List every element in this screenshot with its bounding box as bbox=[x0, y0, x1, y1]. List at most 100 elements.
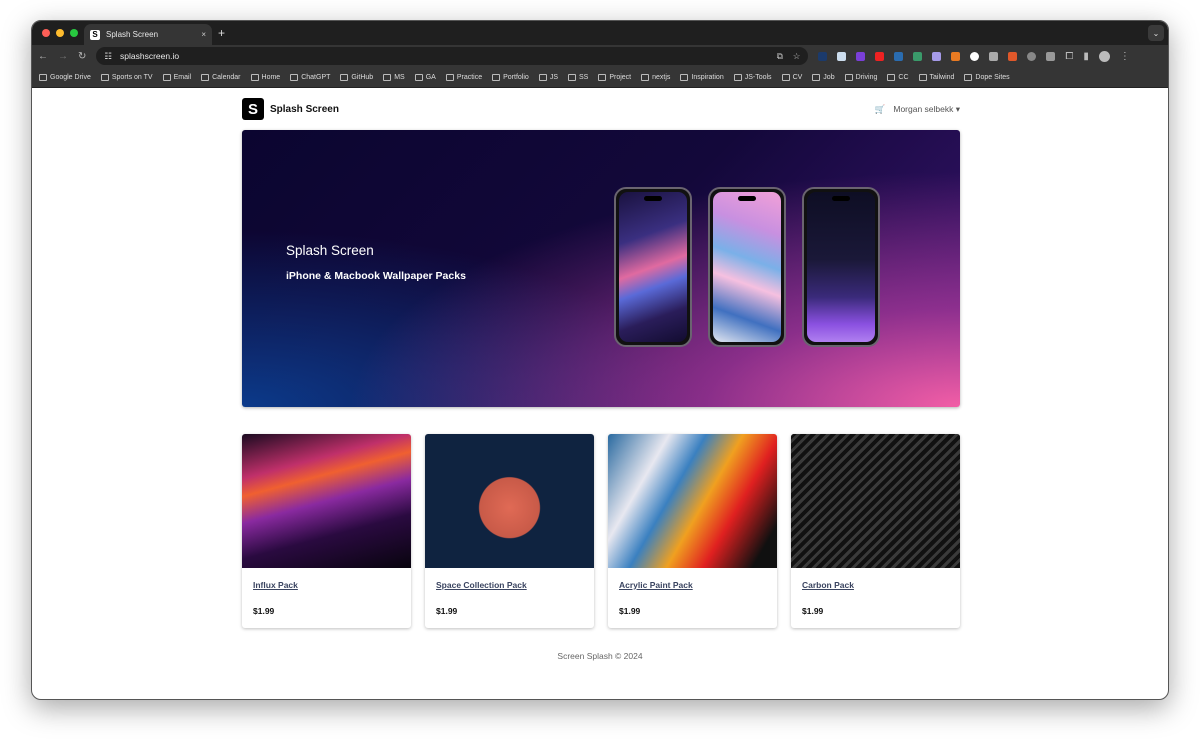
back-icon[interactable]: ← bbox=[38, 51, 48, 62]
bookmark-item[interactable]: Email bbox=[162, 73, 191, 81]
extension-icon[interactable] bbox=[1046, 51, 1056, 61]
folder-icon bbox=[887, 73, 896, 81]
product-price: $1.99 bbox=[619, 606, 641, 616]
site-favicon-icon bbox=[201, 73, 210, 81]
extension-icon[interactable] bbox=[913, 51, 923, 61]
product-link[interactable]: Carbon Pack bbox=[802, 580, 960, 590]
bookmark-item[interactable]: MS bbox=[383, 73, 405, 81]
tab-close-button[interactable]: × bbox=[201, 30, 206, 39]
bookmark-item[interactable]: Tailwind bbox=[918, 73, 954, 81]
product-price: $1.99 bbox=[802, 606, 824, 616]
bookmark-item[interactable]: JS bbox=[538, 73, 558, 81]
product-card[interactable]: Acrylic Paint Pack $1.99 bbox=[608, 434, 777, 628]
bookmark-item[interactable]: Calendar bbox=[201, 73, 241, 81]
maximize-window-button[interactable] bbox=[70, 29, 78, 37]
site-info-icon[interactable]: ☷ bbox=[104, 51, 112, 62]
product-link[interactable]: Acrylic Paint Pack bbox=[619, 580, 777, 590]
bookmark-label: GitHub bbox=[351, 73, 374, 81]
product-card[interactable]: Space Collection Pack $1.99 bbox=[425, 434, 594, 628]
bookmark-item[interactable]: ChatGPT bbox=[290, 73, 330, 81]
bookmark-item[interactable]: Driving bbox=[844, 73, 877, 81]
bookmark-item[interactable]: Job bbox=[812, 73, 835, 81]
bookmark-label: Portfolio bbox=[503, 73, 529, 81]
bookmark-item[interactable]: Home bbox=[250, 73, 281, 81]
site-logo[interactable]: S bbox=[242, 98, 264, 120]
extension-icon[interactable] bbox=[894, 51, 904, 61]
page-content: S Splash Screen 🛒 Morgan selbekk ▾ Splas… bbox=[32, 88, 1168, 699]
bookmark-item[interactable]: CC bbox=[887, 73, 909, 81]
extension-icon[interactable] bbox=[989, 51, 999, 61]
bookmark-label: JS-Tools bbox=[744, 73, 772, 81]
folder-icon bbox=[445, 73, 454, 81]
bookmark-label: Project bbox=[609, 73, 632, 81]
bookmark-label: Job bbox=[823, 73, 835, 81]
folder-icon bbox=[918, 73, 927, 81]
product-image[interactable] bbox=[425, 434, 594, 568]
phone-mockup bbox=[614, 187, 692, 347]
bookmark-item[interactable]: CV bbox=[781, 73, 802, 81]
product-link[interactable]: Influx Pack bbox=[253, 580, 411, 590]
bookmark-item[interactable]: Google Drive bbox=[39, 73, 91, 81]
url-text[interactable]: splashscreen.io bbox=[120, 51, 179, 61]
extensions-area: ⧠ ▮ ⋮ bbox=[818, 50, 1130, 62]
profile-avatar[interactable] bbox=[1098, 50, 1110, 62]
folder-icon bbox=[538, 73, 547, 81]
folder-icon bbox=[964, 73, 973, 81]
bookmark-item[interactable]: Portfolio bbox=[492, 73, 529, 81]
bookmark-item[interactable]: GitHub bbox=[340, 73, 374, 81]
extension-icon[interactable] bbox=[932, 51, 942, 61]
product-link[interactable]: Space Collection Pack bbox=[436, 580, 594, 590]
extension-icon[interactable] bbox=[856, 51, 866, 61]
bookmark-star-icon[interactable]: ☆ bbox=[793, 51, 801, 62]
tab-search-button[interactable]: ⌄ bbox=[1148, 25, 1164, 41]
bookmark-item[interactable]: Sports on TV bbox=[100, 73, 153, 81]
phone-mockup bbox=[708, 187, 786, 347]
bookmark-item[interactable]: GA bbox=[414, 73, 436, 81]
extension-icon[interactable] bbox=[837, 51, 847, 61]
extension-icon[interactable] bbox=[1008, 51, 1018, 61]
bookmark-item[interactable]: Dope Sites bbox=[964, 73, 1010, 81]
bookmark-label: SS bbox=[578, 73, 589, 81]
folder-icon bbox=[383, 73, 392, 81]
phone-mockup bbox=[802, 187, 880, 347]
address-bar[interactable]: ☷ splashscreen.io ⧉ ☆ bbox=[96, 47, 809, 65]
bookmark-item[interactable]: SS bbox=[567, 73, 589, 81]
bookmark-item[interactable]: Project bbox=[598, 73, 632, 81]
extensions-puzzle-icon[interactable]: ⧠ bbox=[1065, 51, 1073, 62]
bookmark-item[interactable]: nextjs bbox=[641, 73, 670, 81]
extension-icon[interactable] bbox=[1027, 51, 1037, 61]
favicon-icon: S bbox=[90, 29, 100, 40]
extension-icon[interactable] bbox=[875, 51, 885, 61]
product-image[interactable] bbox=[791, 434, 960, 568]
cart-icon[interactable]: 🛒 bbox=[875, 104, 886, 115]
bookmark-item[interactable]: Inspiration bbox=[680, 73, 724, 81]
forward-icon[interactable]: → bbox=[58, 51, 68, 62]
user-menu-dropdown[interactable]: Morgan selbekk ▾ bbox=[893, 104, 960, 115]
bookmark-item[interactable]: Practice bbox=[445, 73, 482, 81]
tab-title: Splash Screen bbox=[106, 30, 159, 39]
product-card[interactable]: Influx Pack $1.99 bbox=[242, 434, 411, 628]
extension-icon[interactable] bbox=[818, 51, 828, 61]
extension-icon[interactable] bbox=[970, 51, 980, 61]
product-price: $1.99 bbox=[253, 606, 275, 616]
bookmark-item[interactable]: JS-Tools bbox=[733, 73, 772, 81]
bookmark-label: Home bbox=[261, 73, 281, 81]
product-price: $1.99 bbox=[436, 606, 458, 616]
folder-icon bbox=[567, 73, 576, 81]
hero-subtitle: iPhone & Macbook Wallpaper Packs bbox=[286, 270, 466, 282]
side-panel-icon[interactable]: ▮ bbox=[1083, 51, 1089, 62]
site-favicon-icon bbox=[100, 73, 109, 81]
menu-kebab-icon[interactable]: ⋮ bbox=[1120, 51, 1130, 62]
new-tab-button[interactable]: + bbox=[218, 26, 225, 40]
install-icon[interactable]: ⧉ bbox=[777, 51, 783, 62]
brand-name[interactable]: Splash Screen bbox=[270, 104, 339, 115]
product-image[interactable] bbox=[608, 434, 777, 568]
product-image[interactable] bbox=[242, 434, 411, 568]
extension-icon[interactable] bbox=[951, 51, 961, 61]
browser-tab[interactable]: S Splash Screen × bbox=[84, 24, 212, 45]
folder-icon bbox=[414, 73, 423, 81]
close-window-button[interactable] bbox=[42, 29, 50, 37]
product-card[interactable]: Carbon Pack $1.99 bbox=[791, 434, 960, 628]
minimize-window-button[interactable] bbox=[56, 29, 64, 37]
reload-icon[interactable]: ↻ bbox=[78, 51, 86, 62]
